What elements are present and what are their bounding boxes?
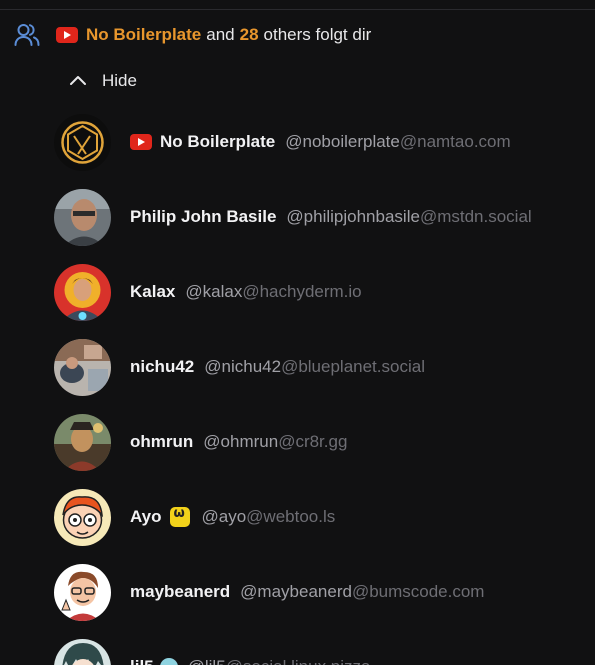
avatar[interactable] [54,638,111,665]
header-others-text: others folgt dir [263,25,372,44]
account-row-kalax[interactable]: Kalax @kalax@hachyderm.io [54,262,362,322]
youtube-icon [130,134,152,150]
handle-user: @ohmrun [203,432,279,451]
account-display-name[interactable]: maybeanerd [130,582,230,602]
avatar[interactable] [54,188,111,246]
account-display-name[interactable]: Philip John Basile [130,207,276,227]
account-row-philipjohnbasile[interactable]: Philip John Basile @philipjohnbasile@mst… [54,187,532,247]
chevron-up-icon [70,76,86,85]
emoji-icon [159,658,178,665]
hide-toggle-button[interactable]: Hide [66,68,137,94]
notification-panel: No Boilerplate and 28 others folgt dir H… [0,0,595,665]
avatar-image [54,263,111,321]
handle-domain: @cr8r.gg [278,432,348,451]
youtube-icon [56,27,78,43]
account-handle: @noboilerplate@namtao.com [285,132,510,152]
account-handle: @ohmrun@cr8r.gg [203,432,347,452]
handle-domain: @bumscode.com [351,582,485,601]
handle-user: @kalax [185,282,243,301]
avatar-image [54,638,111,665]
avatar[interactable] [54,263,111,321]
handle-domain: @namtao.com [399,132,511,151]
account-handle: @maybeanerd@bumscode.com [240,582,484,602]
mastodon-emoji-icon [169,506,190,527]
account-handle: @kalax@hachyderm.io [185,282,361,302]
avatar-image [54,413,111,471]
avatar-image [54,113,111,171]
account-row-ayo[interactable]: Ayo @ayo@webtoo.ls [54,487,335,547]
avatar[interactable] [54,338,111,396]
source-account-name[interactable]: No Boilerplate [86,25,201,45]
account-row-ohmrun[interactable]: ohmrun @ohmrun@cr8r.gg [54,412,347,472]
others-count: 28 [239,25,259,44]
handle-user: @lil5 [188,657,226,665]
account-display-name[interactable]: Kalax [130,282,175,302]
handle-user: @philipjohnbasile [286,207,420,226]
account-display-name[interactable]: lil5 [130,657,154,665]
avatar-image [54,188,111,246]
avatar-image [54,563,111,621]
account-display-name[interactable]: Ayo [130,507,162,527]
avatar-image [54,488,111,546]
avatar-image [54,338,111,396]
hide-toggle-label: Hide [102,71,137,90]
avatar[interactable] [54,113,111,171]
handle-domain: @webtoo.ls [246,507,336,526]
follow-notification-header[interactable]: No Boilerplate and 28 others folgt dir [14,22,371,48]
avatar[interactable] [54,488,111,546]
account-handle: @nichu42@blueplanet.social [204,357,425,377]
handle-user: @maybeanerd [240,582,352,601]
handle-user: @nichu42 [204,357,282,376]
account-display-name[interactable]: No Boilerplate [160,132,275,152]
account-row-noboilerplate[interactable]: No Boilerplate @noboilerplate@namtao.com [54,112,511,172]
people-icon [14,24,40,46]
divider [0,9,595,10]
handle-domain: @hachyderm.io [242,282,362,301]
header-and-text: and [206,25,235,44]
account-handle: @philipjohnbasile@mstdn.social [286,207,531,227]
handle-user: @ayo [201,507,247,526]
handle-user: @noboilerplate [285,132,400,151]
account-row-maybeanerd[interactable]: maybeanerd @maybeanerd@bumscode.com [54,562,484,622]
avatar[interactable] [54,413,111,471]
handle-domain: @mstdn.social [419,207,532,226]
account-handle: @lil5@social.linux.pizza [188,657,371,665]
account-display-name[interactable]: ohmrun [130,432,193,452]
account-display-name[interactable]: nichu42 [130,357,194,377]
account-handle: @ayo@webtoo.ls [202,507,336,527]
avatar[interactable] [54,563,111,621]
handle-domain: @blueplanet.social [281,357,425,376]
handle-domain: @social.linux.pizza [226,657,371,665]
account-row-nichu42[interactable]: nichu42 @nichu42@blueplanet.social [54,337,425,397]
account-row-lil5[interactable]: lil5 @lil5@social.linux.pizza [54,637,371,665]
